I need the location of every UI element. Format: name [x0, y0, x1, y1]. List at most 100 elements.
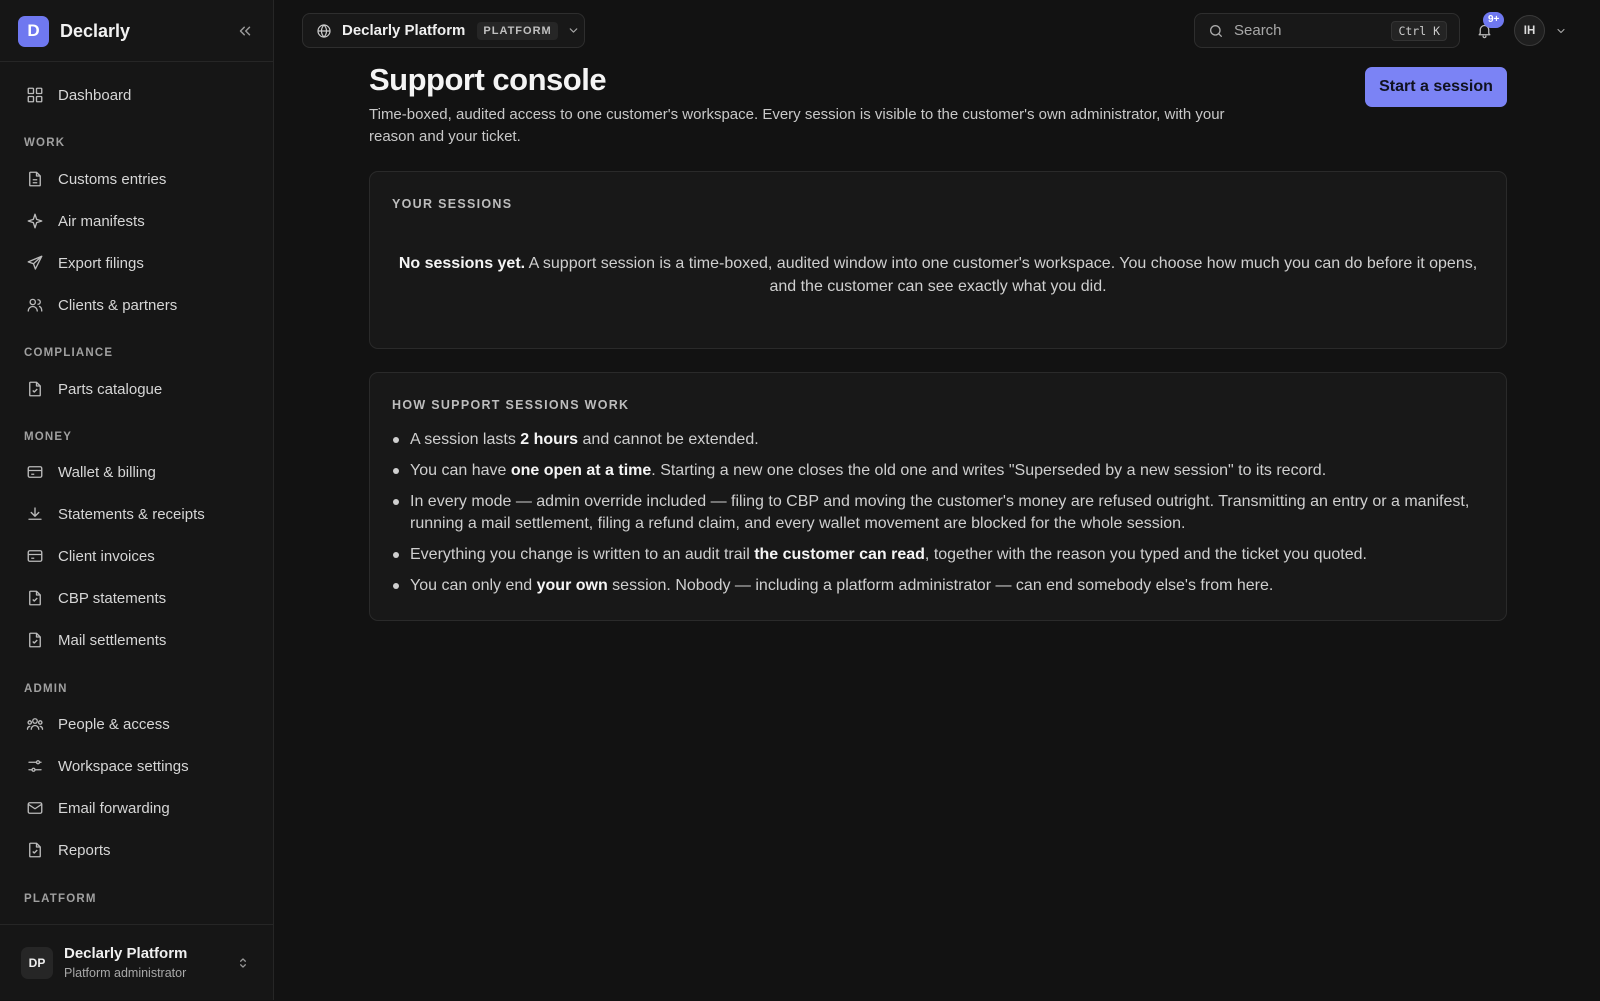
user-avatar[interactable]: IH — [1514, 15, 1545, 46]
sidebar-divider — [0, 61, 273, 62]
workspace-name: Declarly Platform — [342, 22, 466, 39]
chevron-up-down-icon — [240, 958, 246, 968]
list-item-emphasis: the customer can read — [754, 546, 925, 563]
sidebar-item-label: Air manifests — [58, 212, 145, 230]
list-item-text: Everything you change is written to an a… — [410, 546, 755, 563]
sidebar-item-client-invoices[interactable]: Client invoices — [14, 539, 260, 573]
workspace-badge: PLATFORM — [477, 21, 558, 40]
how-sessions-work-card: HOW SUPPORT SESSIONS WORK A session last… — [369, 372, 1507, 621]
section-title-platform: PLATFORM — [24, 893, 97, 905]
sidebar-item-cbp-statements[interactable]: CBP statements — [14, 581, 260, 615]
sidebar-item-export-filings[interactable]: Export filings — [14, 246, 260, 280]
sidebar-item-statements-receipts[interactable]: Statements & receipts — [14, 497, 260, 531]
grid-icon — [27, 87, 43, 103]
sidebar: D Declarly Dashboard WORK Customs entrie… — [0, 0, 274, 1000]
sidebar-item-dashboard[interactable]: Dashboard — [14, 78, 260, 112]
list-item-text: session. Nobody — including a platform a… — [607, 577, 1274, 594]
sidebar-item-label: Email forwarding — [58, 799, 170, 817]
file-check-icon — [29, 590, 41, 606]
sidebar-item-label: Clients & partners — [58, 296, 178, 314]
sidebar-item-customs-entries[interactable]: Customs entries — [14, 162, 260, 196]
workspace-switcher[interactable]: Declarly Platform PLATFORM — [302, 13, 585, 48]
card-title: YOUR SESSIONS — [392, 197, 513, 211]
list-item-text: , together with the reason you typed and… — [924, 546, 1367, 563]
sidebar-item-email-forwarding[interactable]: Email forwarding — [14, 791, 260, 825]
list-item-text: . Starting a new one closes the old one … — [651, 462, 1327, 479]
sidebar-item-label: Dashboard — [58, 86, 132, 104]
empty-state-message: No sessions yet. A support session is a … — [390, 252, 1486, 298]
file-check-icon — [29, 842, 41, 858]
file-check-icon — [29, 381, 41, 397]
sidebar-item-label: Export filings — [58, 254, 144, 272]
section-title-compliance: COMPLIANCE — [24, 347, 114, 359]
sidebar-item-label: Customs entries — [58, 170, 167, 188]
list-item-text: and cannot be extended. — [578, 431, 759, 448]
sessions-card: YOUR SESSIONS No sessions yet. A support… — [369, 171, 1507, 349]
brand-logo: D — [18, 15, 49, 47]
list-item-emphasis: one open at a time — [510, 462, 652, 479]
sidebar-item-label: CBP statements — [58, 589, 167, 607]
sidebar-item-wallet-billing[interactable]: Wallet & billing — [14, 455, 260, 489]
list-item-text: In every mode — admin override included … — [410, 493, 1470, 532]
sidebar-item-label: People & access — [58, 715, 170, 733]
notification-count-badge: 9+ — [1483, 12, 1505, 28]
sidebar-item-workspace-settings[interactable]: Workspace settings — [14, 749, 260, 783]
search-icon — [1210, 24, 1222, 37]
chevron-down-icon — [569, 28, 578, 33]
section-title-work: WORK — [24, 137, 66, 149]
sidebar-item-label: Workspace settings — [58, 757, 189, 775]
brand-name: Declarly — [60, 20, 131, 41]
chevron-down-icon[interactable] — [1555, 25, 1567, 37]
sidebar-item-label: Statements & receipts — [58, 505, 205, 523]
list-item: You can have one open at a time. Startin… — [392, 460, 1487, 482]
account-role: Platform administrator — [64, 966, 187, 980]
sidebar-item-label: Parts catalogue — [58, 380, 163, 398]
empty-state-title: No sessions yet. — [398, 255, 526, 272]
list-item: In every mode — admin override included … — [392, 491, 1487, 535]
empty-state-text: A support session is a time-boxed, audit… — [525, 255, 1478, 295]
globe-icon — [317, 23, 331, 38]
list-item: Everything you change is written to an a… — [392, 544, 1487, 566]
mail-icon — [27, 802, 43, 814]
send-icon — [27, 255, 43, 270]
page-description: Time-boxed, audited access to one custom… — [369, 106, 1225, 145]
rules-list: A session lasts 2 hours and cannot be ex… — [392, 429, 1487, 606]
card-icon — [27, 550, 43, 562]
search-shortcut: Ctrl K — [1391, 20, 1447, 41]
list-item: You can only end your own session. Nobod… — [392, 575, 1487, 597]
search-input[interactable]: Search Ctrl K — [1194, 13, 1460, 48]
people-icon — [26, 718, 44, 730]
list-item-text: You can only end — [410, 577, 537, 594]
document-icon — [29, 171, 41, 187]
download-icon — [28, 507, 42, 520]
list-item: A session lasts 2 hours and cannot be ex… — [392, 429, 1487, 451]
sidebar-item-parts-catalogue[interactable]: Parts catalogue — [14, 372, 260, 406]
account-switcher[interactable]: DP Declarly Platform Platform administra… — [0, 924, 273, 1001]
sidebar-item-label: Wallet & billing — [58, 463, 156, 481]
list-item-text: You can have — [410, 462, 511, 479]
users-icon — [27, 298, 43, 312]
list-item-text: A session lasts — [410, 431, 521, 448]
sidebar-item-clients-partners[interactable]: Clients & partners — [14, 288, 260, 322]
list-item-emphasis: your own — [536, 577, 608, 594]
search-placeholder: Search — [1234, 22, 1282, 39]
sidebar-item-air-manifests[interactable]: Air manifests — [14, 204, 260, 238]
sidebar-item-label: Mail settlements — [58, 631, 167, 649]
file-check-icon — [29, 632, 41, 648]
list-item-emphasis: 2 hours — [520, 431, 579, 448]
card-title: HOW SUPPORT SESSIONS WORK — [392, 398, 630, 412]
sidebar-item-label: Reports — [58, 841, 111, 859]
start-session-button[interactable]: Start a session — [1365, 67, 1507, 107]
card-icon — [27, 466, 43, 478]
sidebar-item-reports[interactable]: Reports — [14, 833, 260, 867]
brand[interactable]: D Declarly — [18, 15, 130, 47]
collapse-sidebar-icon[interactable] — [236, 22, 254, 40]
page-title: Support console — [369, 62, 607, 97]
sparkle-icon — [27, 213, 43, 229]
sidebar-item-mail-settlements[interactable]: Mail settlements — [14, 623, 260, 657]
sidebar-item-label: Client invoices — [58, 547, 155, 565]
sliders-icon — [28, 760, 42, 772]
section-title-admin: ADMIN — [24, 683, 68, 695]
sidebar-item-people-access[interactable]: People & access — [14, 707, 260, 741]
account-name: Declarly Platform — [64, 945, 188, 962]
